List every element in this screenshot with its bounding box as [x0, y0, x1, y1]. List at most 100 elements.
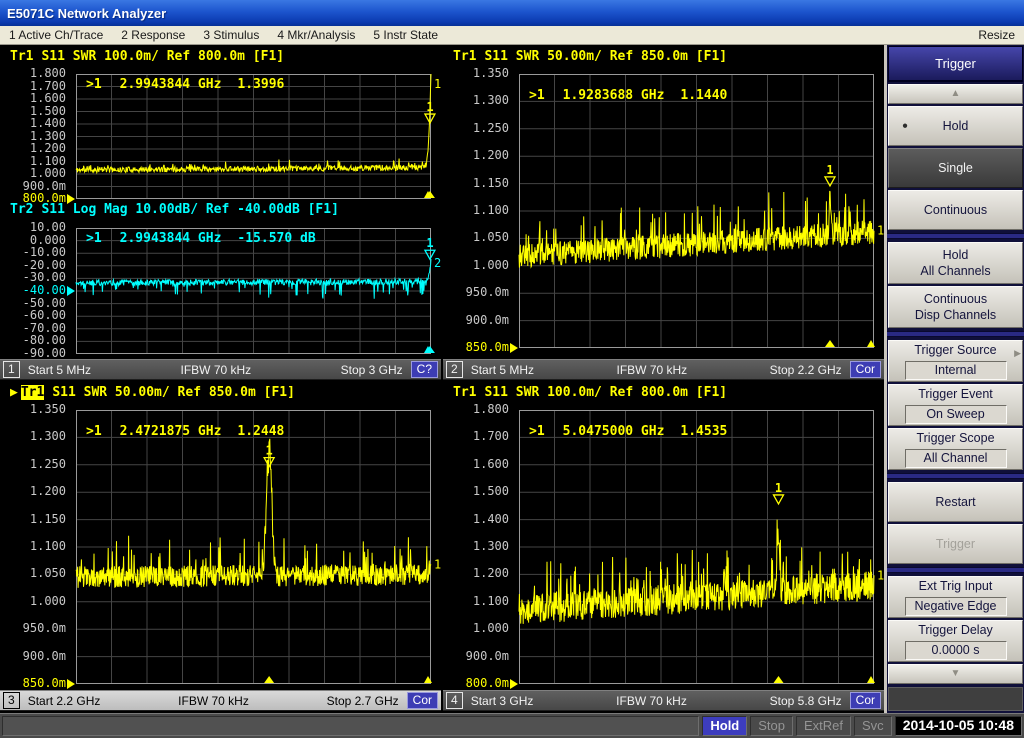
scroll-down-icon: ▼: [951, 669, 961, 679]
trigger-event-value: On Sweep: [905, 405, 1007, 424]
axis-label: 1.200: [30, 485, 66, 498]
ch4-marker-readout: >15.0475000 GHz1.4535: [529, 424, 727, 439]
stop-frequency: Stop 5.8 GHz: [770, 694, 842, 708]
ch1-tr1-plot[interactable]: >12.9943844 GHz1.3996 11: [76, 74, 431, 199]
trigger-scope-value: All Channel: [905, 449, 1007, 468]
trace-plot-svg: 11: [76, 410, 431, 684]
softkey-separator: [887, 567, 1024, 573]
softkey-continuous[interactable]: Continuous: [888, 190, 1023, 230]
softkey-sidebar: Trigger ▲ ● Hold Single Continuous Hold …: [884, 45, 1024, 714]
softkey-hold-all-channels[interactable]: Hold All Channels: [888, 242, 1023, 284]
softkey-hold[interactable]: ● Hold: [888, 106, 1023, 146]
axis-label: 850.0m: [466, 341, 509, 354]
ch3-marker-readout: >12.4721875 GHz1.2448: [86, 424, 284, 439]
window-title: E5071C Network Analyzer: [7, 6, 166, 21]
softkey-ext-trig-input[interactable]: Ext Trig Input Negative Edge: [888, 576, 1023, 618]
stop-frequency: Stop 2.2 GHz: [770, 363, 842, 377]
ch3-axis: 1.3501.3001.2501.2001.1501.1001.0501.000…: [0, 410, 70, 684]
trigger-hold-indicator: Hold: [702, 716, 747, 736]
ch4-axis: 1.8001.7001.6001.5001.4001.3001.2001.100…: [443, 410, 513, 684]
svg-text:1: 1: [826, 163, 833, 177]
axis-label: 1.250: [30, 458, 66, 471]
ch2-plot[interactable]: >11.9283688 GHz1.1440 11: [519, 74, 874, 348]
axis-label: 1.000: [473, 622, 509, 635]
ch4-tr1-header: ▶Tr1S11 SWR 100.0m/ Ref 800.0m [F1]: [453, 385, 727, 400]
trace-plot-svg: 11: [519, 74, 874, 348]
menu-item-response[interactable]: 2 Response: [112, 26, 194, 44]
menubar: 1 Active Ch/Trace 2 Response 3 Stimulus …: [0, 26, 1024, 45]
scroll-up-icon: ▲: [951, 89, 961, 99]
channel-1-window[interactable]: ▶Tr1S11 SWR 100.0m/ Ref 800.0m [F1] 1.80…: [0, 46, 441, 380]
menu-item-resize[interactable]: Resize: [969, 26, 1024, 44]
svg-text:1: 1: [426, 236, 433, 250]
menu-item-instr-state[interactable]: 5 Instr State: [364, 26, 447, 44]
axis-label: 1.600: [473, 458, 509, 471]
ch4-plot[interactable]: >15.0475000 GHz1.4535 11: [519, 410, 874, 684]
trace-name: Tr1: [21, 385, 44, 400]
ifbw: IFBW 70 kHz: [178, 694, 249, 708]
start-frequency: Start 3 GHz: [471, 694, 534, 708]
cal-status-badge: Cor: [850, 692, 881, 709]
softkey-trigger-delay[interactable]: Trigger Delay 0.0000 s: [888, 620, 1023, 662]
softkey-single[interactable]: Single: [888, 148, 1023, 188]
ch2-status-bar: 2 Start 5 MHz IFBW 70 kHz Stop 2.2 GHz C…: [443, 359, 884, 380]
softkey-continuous-disp-channels[interactable]: Continuous Disp Channels: [888, 286, 1023, 328]
trace-plot-svg: 11: [519, 410, 874, 684]
channel-2-window[interactable]: ▶Tr1S11 SWR 50.00m/ Ref 850.0m [F1] 1.35…: [443, 46, 884, 380]
axis-label: 1.200: [473, 149, 509, 162]
stop-indicator: Stop: [750, 716, 793, 736]
svg-text:1: 1: [434, 77, 441, 91]
ch1-tr1-axis: 1.8001.7001.6001.5001.4001.3001.2001.100…: [0, 74, 70, 199]
softkey-scroll-down-button[interactable]: ▼: [888, 664, 1023, 684]
softkey-trigger-event[interactable]: Trigger Event On Sweep: [888, 384, 1023, 426]
axis-label: 1.100: [473, 595, 509, 608]
axis-label: 1.700: [473, 430, 509, 443]
trace-format: S11 SWR 50.00m/ Ref 850.0m [F1]: [52, 385, 295, 400]
softkey-restart[interactable]: Restart: [888, 482, 1023, 522]
softkey-scroll-up-button[interactable]: ▲: [888, 84, 1023, 104]
trace-name: Tr1: [453, 49, 476, 64]
axis-label: 1.100: [30, 540, 66, 553]
ch1-tr2-plot[interactable]: >12.9943844 GHz-15.570 dB 12: [76, 228, 431, 354]
axis-label: 1.500: [473, 485, 509, 498]
axis-label: 900.0m: [23, 650, 66, 663]
axis-label: 1.050: [30, 567, 66, 580]
channel-4-window[interactable]: ▶Tr1S11 SWR 100.0m/ Ref 800.0m [F1] 1.80…: [443, 382, 884, 711]
menu-item-mkr-analysis[interactable]: 4 Mkr/Analysis: [268, 26, 364, 44]
axis-label: 1.000: [473, 259, 509, 272]
ch3-plot[interactable]: >12.4721875 GHz1.2448 11: [76, 410, 431, 684]
trace-plot-svg: 12: [76, 228, 431, 354]
softkey-trigger-source[interactable]: Trigger Source Internal ▶: [888, 340, 1023, 382]
axis-label: -90.00: [23, 347, 66, 360]
stop-frequency: Stop 3 GHz: [341, 363, 403, 377]
axis-label: 1.000: [30, 595, 66, 608]
axis-label: 1.800: [473, 403, 509, 416]
menu-item-stimulus[interactable]: 3 Stimulus: [194, 26, 268, 44]
axis-label: 800.0m: [466, 677, 509, 690]
ch2-axis: 1.3501.3001.2501.2001.1501.1001.0501.000…: [443, 74, 513, 348]
trigger-source-value: Internal: [905, 361, 1007, 380]
softkey-trigger-scope[interactable]: Trigger Scope All Channel: [888, 428, 1023, 470]
axis-label: 950.0m: [23, 622, 66, 635]
ch1-tr1-header: ▶Tr1S11 SWR 100.0m/ Ref 800.0m [F1]: [10, 49, 284, 64]
softkey-separator: [887, 473, 1024, 479]
ch2-marker-readout: >11.9283688 GHz1.1440: [529, 88, 727, 103]
ch1-status-bar: 1 Start 5 MHz IFBW 70 kHz Stop 3 GHz C?: [0, 359, 441, 380]
softkey-menu-title: Trigger: [888, 46, 1023, 82]
softkey-trigger[interactable]: Trigger: [888, 524, 1023, 564]
start-frequency: Start 5 MHz: [28, 363, 91, 377]
channel-number: 3: [3, 692, 20, 709]
axis-label: 1.100: [473, 204, 509, 217]
axis-label: 900.0m: [466, 650, 509, 663]
channel-3-window[interactable]: ▶Tr1S11 SWR 50.00m/ Ref 850.0m [F1] 1.35…: [0, 382, 441, 711]
ch1-tr2-axis: 10.000.000-10.00-20.00-30.00-40.00-50.00…: [0, 228, 70, 354]
axis-label: 1.150: [30, 513, 66, 526]
menu-item-active-ch-trace[interactable]: 1 Active Ch/Trace: [0, 26, 112, 44]
axis-label: 1.400: [473, 513, 509, 526]
ifbw: IFBW 70 kHz: [616, 363, 687, 377]
active-trace-arrow-icon: ▶: [10, 385, 18, 400]
svg-text:2: 2: [434, 256, 441, 270]
axis-label: 1.350: [473, 67, 509, 80]
channel-number: 2: [446, 361, 463, 378]
trigger-delay-value: 0.0000 s: [905, 641, 1007, 660]
